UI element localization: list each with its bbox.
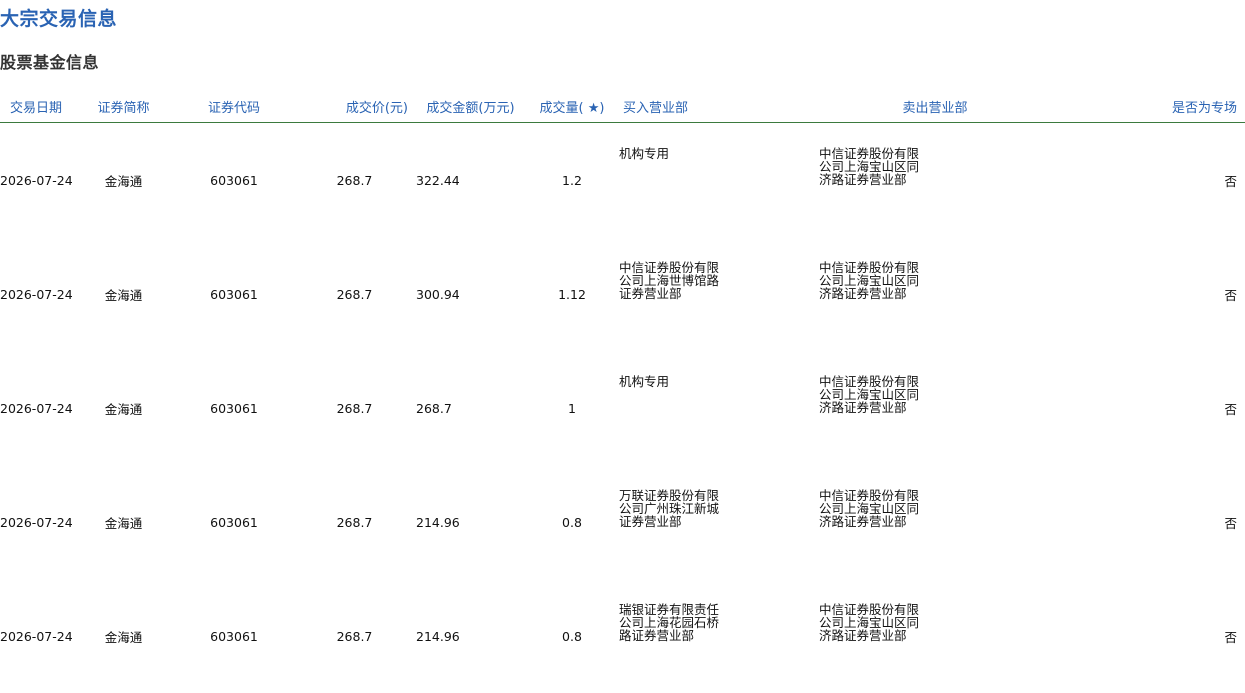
column-header-name[interactable]: 证券简称: [72, 90, 175, 123]
column-header-price[interactable]: 成交价(元): [293, 90, 416, 123]
cell-code: 603061: [210, 400, 258, 416]
column-header-volume[interactable]: 成交量( ★): [525, 90, 619, 123]
cell-amount: 214.96: [416, 514, 460, 530]
cell-code: 603061: [210, 286, 258, 302]
table-row: 2026-07-24 金海通 603061 268.7 322.44 1.2 机…: [0, 123, 1245, 238]
page-title: 大宗交易信息: [0, 8, 118, 30]
cell-amount: 214.96: [416, 628, 460, 644]
cell-volume: 1.12: [558, 286, 586, 302]
buyer-org-text: 万联证券股份有限公司广州珠江新城证券营业部: [619, 488, 720, 529]
cell-amount: 268.7: [416, 400, 452, 416]
cell-price: 268.7: [336, 172, 373, 188]
cell-special: 否: [1224, 401, 1237, 417]
seller-org-text: 中信证券股份有限公司上海宝山区同济路证券营业部: [819, 488, 920, 529]
cell-date: 2026-07-24: [0, 628, 73, 644]
cell-special: 否: [1224, 173, 1237, 189]
cell-name: 金海通: [104, 401, 143, 417]
table-row: 2026-07-24 金海通 603061 268.7 268.7 1 机构专用…: [0, 351, 1245, 465]
cell-volume: 1.2: [562, 172, 582, 188]
cell-buyer: 机构专用: [619, 123, 819, 238]
cell-amount: 300.94: [416, 286, 460, 302]
cell-seller: 中信证券股份有限公司上海宝山区同济路证券营业部: [819, 579, 1051, 693]
cell-price: 268.7: [336, 400, 373, 416]
cell-date: 2026-07-24: [0, 172, 73, 188]
table-row: 2026-07-24 金海通 603061 268.7 300.94 1.12 …: [0, 237, 1245, 351]
cell-buyer: 瑞银证券有限责任公司上海花园石桥路证券营业部: [619, 579, 819, 693]
seller-org-text: 中信证券股份有限公司上海宝山区同济路证券营业部: [819, 374, 920, 415]
cell-volume: 0.8: [562, 628, 582, 644]
buyer-org-text: 机构专用: [619, 374, 670, 389]
cell-price: 268.7: [336, 286, 373, 302]
cell-code: 603061: [210, 628, 258, 644]
cell-seller: 中信证券股份有限公司上海宝山区同济路证券营业部: [819, 237, 1051, 351]
section-title: 股票基金信息: [0, 53, 100, 72]
cell-date: 2026-07-24: [0, 286, 73, 302]
seller-org-text: 中信证券股份有限公司上海宝山区同济路证券营业部: [819, 260, 920, 301]
cell-price: 268.7: [336, 514, 373, 530]
cell-special: 否: [1224, 515, 1237, 531]
column-header-date[interactable]: 交易日期: [0, 90, 72, 123]
table-row: 2026-07-24 金海通 603061 268.7 214.96 0.8 瑞…: [0, 579, 1245, 693]
cell-price: 268.7: [336, 628, 373, 644]
table-header-row: 交易日期 证券简称 证券代码 成交价(元) 成交金额(万元) 成交量( ★) 买…: [0, 90, 1245, 123]
cell-name: 金海通: [104, 629, 143, 645]
column-header-code[interactable]: 证券代码: [175, 90, 293, 123]
column-header-special[interactable]: 是否为专场: [1051, 90, 1245, 123]
cell-name: 金海通: [104, 515, 143, 531]
cell-code: 603061: [210, 172, 258, 188]
cell-buyer: 中信证券股份有限公司上海世博馆路证券营业部: [619, 237, 819, 351]
cell-name: 金海通: [104, 173, 143, 189]
table-row: 2026-07-24 金海通 603061 268.7 214.96 0.8 万…: [0, 465, 1245, 579]
buyer-org-text: 机构专用: [619, 146, 670, 161]
cell-special: 否: [1224, 287, 1237, 303]
cell-volume: 0.8: [562, 514, 582, 530]
column-header-buyer[interactable]: 买入营业部: [619, 90, 819, 123]
column-header-amount[interactable]: 成交金额(万元): [416, 90, 525, 123]
buyer-org-text: 瑞银证券有限责任公司上海花园石桥路证券营业部: [619, 602, 720, 643]
cell-special: 否: [1224, 629, 1237, 645]
seller-org-text: 中信证券股份有限公司上海宝山区同济路证券营业部: [819, 146, 920, 187]
cell-date: 2026-07-24: [0, 400, 73, 416]
cell-buyer: 机构专用: [619, 351, 819, 465]
buyer-org-text: 中信证券股份有限公司上海世博馆路证券营业部: [619, 260, 720, 301]
cell-name: 金海通: [104, 287, 143, 303]
cell-seller: 中信证券股份有限公司上海宝山区同济路证券营业部: [819, 465, 1051, 579]
cell-amount: 322.44: [416, 172, 460, 188]
seller-org-text: 中信证券股份有限公司上海宝山区同济路证券营业部: [819, 602, 920, 643]
cell-volume: 1: [568, 400, 576, 416]
cell-seller: 中信证券股份有限公司上海宝山区同济路证券营业部: [819, 123, 1051, 238]
cell-date: 2026-07-24: [0, 514, 73, 530]
cell-buyer: 万联证券股份有限公司广州珠江新城证券营业部: [619, 465, 819, 579]
cell-code: 603061: [210, 514, 258, 530]
cell-seller: 中信证券股份有限公司上海宝山区同济路证券营业部: [819, 351, 1051, 465]
block-trade-table: 交易日期 证券简称 证券代码 成交价(元) 成交金额(万元) 成交量( ★) 买…: [0, 90, 1245, 693]
column-header-seller[interactable]: 卖出营业部: [819, 90, 1051, 123]
